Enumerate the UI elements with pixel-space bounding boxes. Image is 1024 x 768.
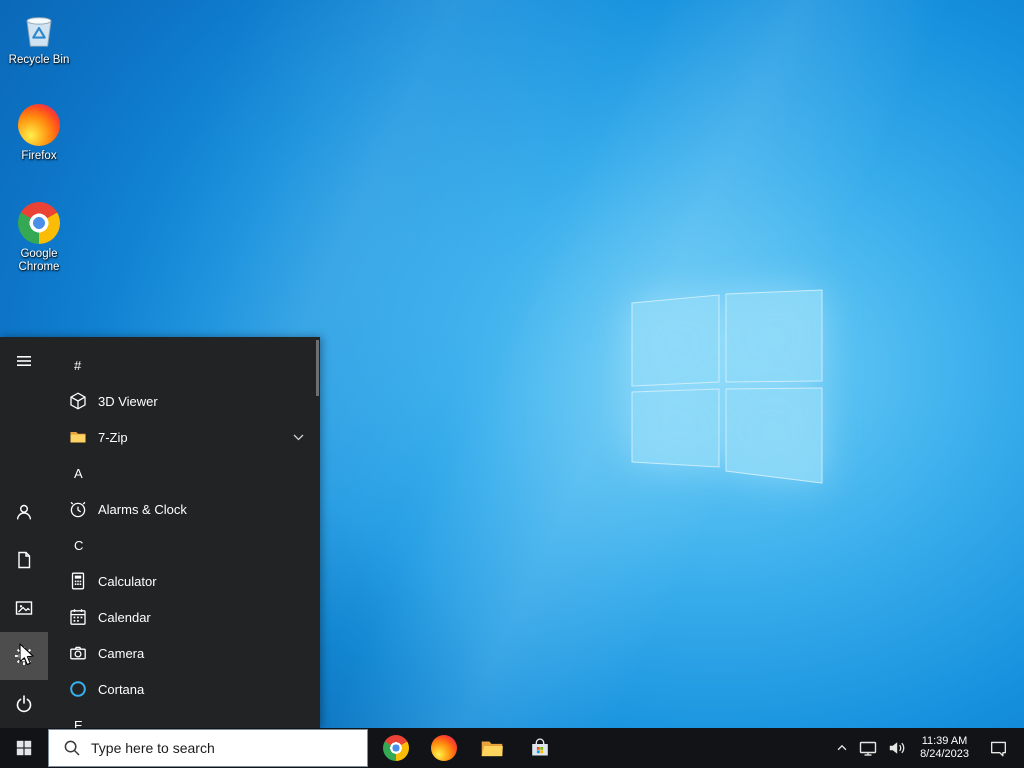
section-header-hash[interactable]: # <box>48 347 320 383</box>
taskbar-clock[interactable]: 11:39 AM 8/24/2023 <box>911 728 978 768</box>
rail-documents-button[interactable] <box>0 536 48 584</box>
desktop-icon-firefox[interactable]: Firefox <box>0 104 78 163</box>
chevron-up-icon <box>835 741 849 755</box>
network-status-button[interactable] <box>853 728 883 768</box>
app-item-calculator[interactable]: Calculator <box>48 563 320 599</box>
section-header-a[interactable]: A <box>48 455 320 491</box>
app-label: Camera <box>98 645 145 661</box>
chevron-down-icon[interactable] <box>293 434 304 441</box>
firefox-icon <box>431 735 457 761</box>
section-header-c[interactable]: C <box>48 527 320 563</box>
microsoft-store-icon <box>528 736 552 760</box>
recycle-bin-icon <box>18 8 60 50</box>
cortana-icon <box>68 679 88 699</box>
section-letter: A <box>74 465 83 481</box>
windows-desktop: Recycle Bin Firefox Google Chrome # 3D V… <box>0 0 1024 768</box>
documents-icon <box>14 550 34 570</box>
desktop-icon-label: Google Chrome <box>18 248 60 273</box>
taskbar-microsoft-store-button[interactable] <box>516 728 564 768</box>
chrome-icon <box>18 202 60 244</box>
calendar-icon <box>68 607 88 627</box>
firefox-icon <box>18 104 60 146</box>
file-explorer-icon <box>479 735 505 761</box>
network-display-icon <box>858 738 878 758</box>
desktop-icon-google-chrome[interactable]: Google Chrome <box>0 202 78 274</box>
taskbar-search[interactable] <box>48 729 368 767</box>
start-button[interactable] <box>0 728 48 768</box>
taskbar-file-explorer-button[interactable] <box>468 728 516 768</box>
desktop-icon-label: Recycle Bin <box>8 54 70 66</box>
speaker-icon <box>887 738 907 758</box>
camera-icon <box>68 643 88 663</box>
search-icon <box>63 739 81 757</box>
folder-icon <box>68 427 88 447</box>
start-menu-rail <box>0 337 48 728</box>
section-header-e[interactable]: E <box>48 707 320 729</box>
desktop-icon-label: Firefox <box>21 150 57 162</box>
taskbar: 11:39 AM 8/24/2023 <box>0 728 1024 768</box>
taskbar-pinned-apps <box>372 728 564 768</box>
app-item-7-zip[interactable]: 7-Zip <box>48 419 320 455</box>
section-letter: # <box>74 357 82 373</box>
hamburger-menu-icon <box>14 351 34 371</box>
app-item-cortana[interactable]: Cortana <box>48 671 320 707</box>
taskbar-chrome-button[interactable] <box>372 728 420 768</box>
section-letter: C <box>74 537 84 553</box>
section-letter: E <box>74 717 83 729</box>
rail-settings-button[interactable] <box>0 632 48 680</box>
power-icon <box>14 694 34 714</box>
app-item-calendar[interactable]: Calendar <box>48 599 320 635</box>
rail-pictures-button[interactable] <box>0 584 48 632</box>
rail-user-account-button[interactable] <box>0 488 48 536</box>
app-label: Calculator <box>98 573 157 589</box>
app-label: Calendar <box>98 609 151 625</box>
calculator-icon <box>68 571 88 591</box>
alarm-clock-icon <box>68 499 88 519</box>
settings-gear-icon <box>14 646 34 666</box>
windows-flag-icon <box>15 739 33 757</box>
3d-viewer-icon <box>68 391 88 411</box>
clock-date: 8/24/2023 <box>920 748 969 760</box>
action-center-button[interactable] <box>978 728 1018 768</box>
rail-power-button[interactable] <box>0 680 48 728</box>
search-input[interactable] <box>91 740 341 756</box>
start-menu: # 3D Viewer 7-Zip A Alarms & Clock C Cal… <box>0 337 320 728</box>
start-menu-app-list: # 3D Viewer 7-Zip A Alarms & Clock C Cal… <box>48 337 320 728</box>
app-item-camera[interactable]: Camera <box>48 635 320 671</box>
clock-time: 11:39 AM <box>921 735 968 747</box>
chrome-icon <box>383 735 409 761</box>
app-label: Cortana <box>98 681 145 697</box>
pictures-icon <box>14 598 34 618</box>
start-menu-scrollbar[interactable] <box>316 340 319 396</box>
app-label: 3D Viewer <box>98 393 158 409</box>
start-menu-expand-button[interactable] <box>0 337 48 385</box>
desktop-icon-recycle-bin[interactable]: Recycle Bin <box>0 8 78 67</box>
volume-button[interactable] <box>883 728 911 768</box>
app-item-3d-viewer[interactable]: 3D Viewer <box>48 383 320 419</box>
app-label: Alarms & Clock <box>98 501 187 517</box>
taskbar-firefox-button[interactable] <box>420 728 468 768</box>
app-item-alarms-clock[interactable]: Alarms & Clock <box>48 491 320 527</box>
app-label: 7-Zip <box>98 429 128 445</box>
system-tray: 11:39 AM 8/24/2023 <box>831 728 1024 768</box>
show-hidden-icons-button[interactable] <box>831 728 853 768</box>
action-center-icon <box>989 739 1008 758</box>
user-account-icon <box>14 502 34 522</box>
